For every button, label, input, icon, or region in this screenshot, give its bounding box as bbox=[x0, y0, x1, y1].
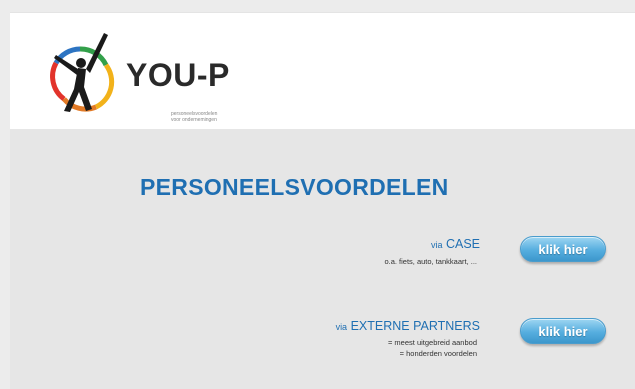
offer-via-label: via bbox=[335, 322, 348, 332]
page-title: PERSONEELSVOORDELEN bbox=[140, 174, 449, 200]
case-klik-hier-button[interactable]: klik hier bbox=[520, 236, 606, 262]
offer-name: CASE bbox=[445, 237, 480, 251]
brand-name: YOU-P bbox=[126, 57, 230, 93]
brand-tagline: personeelsvoordelen voor ondernemingen bbox=[171, 111, 218, 123]
site-header: YOU-P personeelsvoordelen voor ondernemi… bbox=[10, 12, 635, 129]
you-p-logo[interactable]: YOU-P personeelsvoordelen voor ondernemi… bbox=[34, 29, 274, 124]
offer-partners-heading: via EXTERNE PARTNERS bbox=[336, 319, 480, 333]
offer-case-details: o.a. fiets, auto, tankkaart, ... bbox=[384, 256, 477, 267]
offer-detail: = honderden voordelen bbox=[399, 349, 477, 358]
offer-detail: = meest uitgebreid aanbod bbox=[387, 338, 477, 347]
offer-partners-details: = meest uitgebreid aanbod = honderden vo… bbox=[388, 337, 477, 359]
offer-name: EXTERNE PARTNERS bbox=[350, 319, 480, 333]
offer-case-heading: via CASE bbox=[431, 237, 480, 251]
jumping-person-logo-icon bbox=[50, 33, 115, 112]
offer-detail: o.a. fiets, auto, tankkaart, ... bbox=[384, 257, 477, 266]
offer-via-label: via bbox=[430, 240, 443, 250]
externe-partners-klik-hier-button[interactable]: klik hier bbox=[520, 318, 606, 344]
